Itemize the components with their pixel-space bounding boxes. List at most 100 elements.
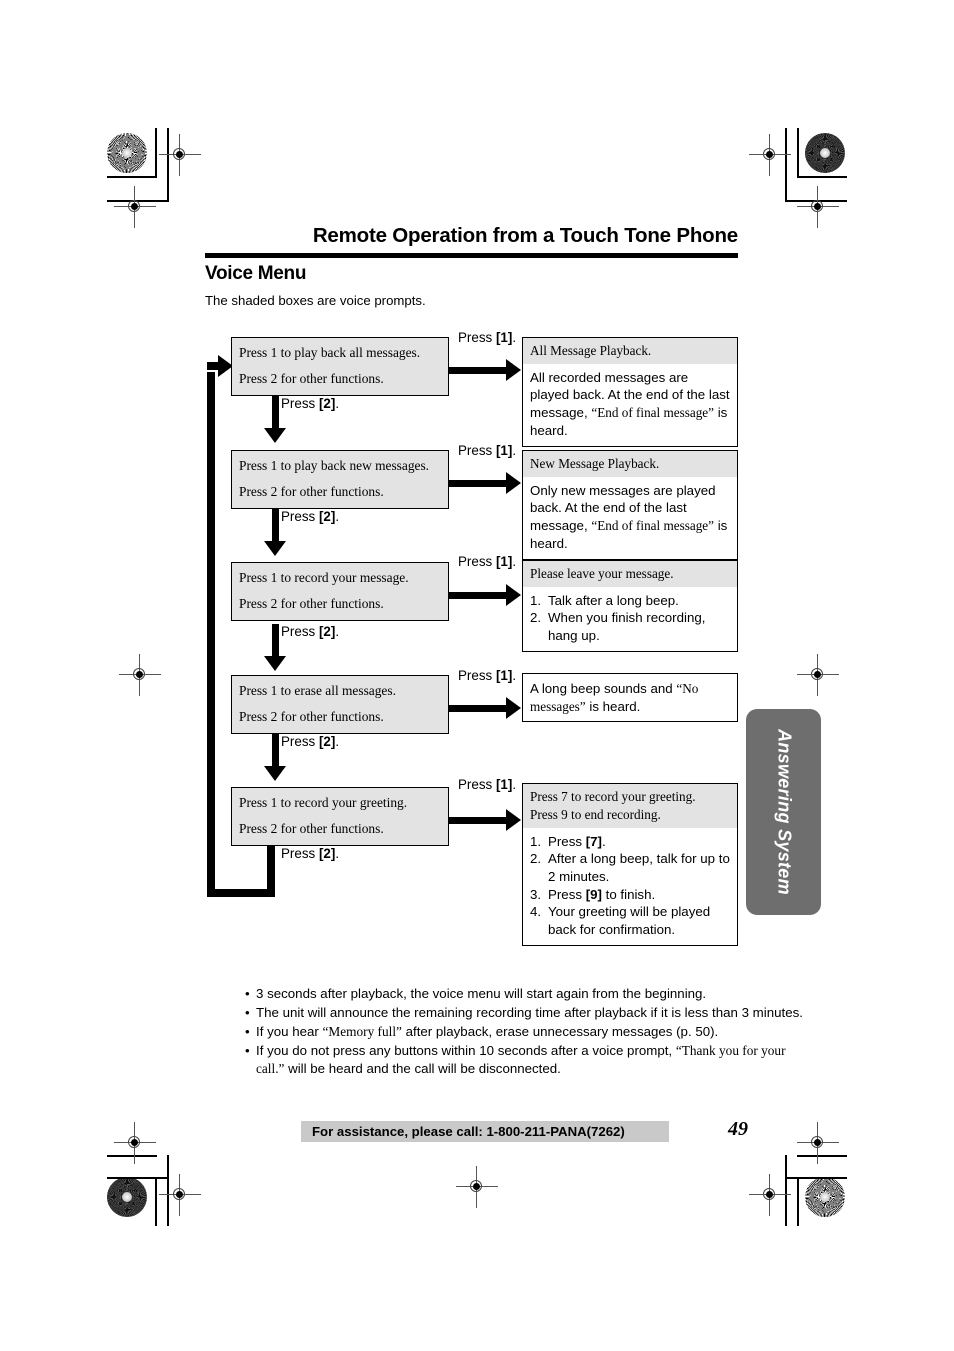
list-key: [7] bbox=[585, 833, 602, 849]
response-body-3: 1. Talk after a long beep. 2. When you f… bbox=[523, 587, 737, 651]
response-body-2: Only new messages are played back. At th… bbox=[523, 477, 737, 559]
list-text: When you finish recording, hang up. bbox=[548, 610, 706, 644]
menu-box-play-all: Press 1 to play back all messages. Press… bbox=[231, 337, 449, 396]
note-pre: If you hear bbox=[256, 1024, 323, 1040]
response-body-quote-1: “End of final message” bbox=[591, 405, 715, 421]
menu-box-play-new: Press 1 to play back new messages. Press… bbox=[231, 450, 449, 509]
list-key: [9] bbox=[585, 886, 602, 902]
menu-line-2: Press 2 for other functions. bbox=[239, 709, 384, 725]
note-post: will be heard and the call will be disco… bbox=[284, 1061, 561, 1077]
response-prompt-text-2: New Message Playback. bbox=[530, 456, 660, 471]
response-body-1: All recorded messages are played back. A… bbox=[523, 364, 737, 446]
response-step-list-5: 1. Press [7]. 2. After a long beep, talk… bbox=[530, 833, 731, 939]
notes-list: 3 seconds after playback, the voice menu… bbox=[205, 985, 805, 1079]
list-text-post: to finish. bbox=[601, 886, 656, 902]
page-number: 49 bbox=[728, 1118, 748, 1140]
loop-back-riser bbox=[267, 845, 275, 897]
down-label-4: Press [2]. bbox=[281, 734, 340, 749]
response-prompt-text-5b: Press 9 to end recording. bbox=[530, 806, 661, 822]
note-item: 3 seconds after playback, the voice menu… bbox=[245, 985, 805, 1003]
note-pre: The unit will announce the remaining rec… bbox=[256, 1005, 803, 1021]
branch-arrow-3 bbox=[506, 584, 521, 606]
voice-menu-flowchart: Press 1 to play back all messages. Press… bbox=[0, 0, 954, 1351]
response-prompt-text-1: All Message Playback. bbox=[530, 343, 652, 358]
loop-back-vertical bbox=[207, 372, 215, 896]
menu-line-1: Press 1 to play back all messages. bbox=[239, 345, 421, 360]
list-text-pre: After a long beep, talk for up to 2 minu… bbox=[548, 851, 730, 884]
down-arrow-2 bbox=[264, 541, 286, 556]
note-item: If you hear “Memory full” after playback… bbox=[245, 1023, 805, 1041]
branch-line-4 bbox=[449, 705, 511, 712]
menu-box-record-message: Press 1 to record your message. Press 2 … bbox=[231, 562, 449, 621]
list-item: 4. Your greeting will be played back for… bbox=[530, 903, 731, 938]
menu-line-2: Press 2 for other functions. bbox=[239, 371, 384, 387]
response-body-4: A long beep sounds and “No messages” is … bbox=[523, 674, 737, 721]
branch-arrow-5 bbox=[506, 809, 521, 831]
response-plain-prefix-4: A long beep sounds and bbox=[530, 681, 677, 696]
menu-line-1: Press 1 to record your message. bbox=[239, 570, 409, 585]
menu-line-2: Press 2 for other functions. bbox=[239, 821, 384, 837]
note-pre: If you do not press any buttons within 1… bbox=[256, 1043, 676, 1059]
branch-arrow-1 bbox=[506, 359, 521, 381]
menu-line-2: Press 2 for other functions. bbox=[239, 596, 384, 612]
list-item: 2. After a long beep, talk for up to 2 m… bbox=[530, 850, 731, 885]
list-item: 1. Talk after a long beep. bbox=[530, 592, 731, 610]
manual-page: Remote Operation from a Touch Tone Phone… bbox=[0, 0, 954, 1351]
side-tab-label: Answering System bbox=[774, 729, 794, 895]
list-number: 2. bbox=[530, 610, 542, 626]
branch-label-4: Press [1]. bbox=[458, 668, 517, 683]
list-text-pre: Press bbox=[548, 833, 586, 849]
note-item: If you do not press any buttons within 1… bbox=[245, 1042, 805, 1078]
note-post: after playback, erase unnecessary messag… bbox=[401, 1024, 719, 1040]
menu-box-erase-all: Press 1 to erase all messages. Press 2 f… bbox=[231, 675, 449, 734]
note-quote: “Memory full” bbox=[322, 1024, 402, 1040]
branch-arrow-4 bbox=[506, 697, 521, 719]
branch-label-2: Press [1]. bbox=[458, 443, 517, 458]
list-text: Talk after a long beep. bbox=[548, 592, 679, 608]
response-plain-suffix-4: is heard. bbox=[585, 698, 641, 714]
response-box-all-playback: All Message Playback. All recorded messa… bbox=[522, 337, 738, 447]
menu-line-1: Press 1 to erase all messages. bbox=[239, 683, 396, 698]
response-box-leave-message: Please leave your message. 1. Talk after… bbox=[522, 560, 738, 652]
down-label-3: Press [2]. bbox=[281, 624, 340, 639]
branch-line-1 bbox=[449, 367, 511, 374]
list-number: 3. bbox=[530, 886, 542, 902]
response-prompt-text-3: Please leave your message. bbox=[530, 566, 674, 581]
response-prompt-text-5a: Press 7 to record your greeting. bbox=[530, 789, 696, 804]
response-body-5: 1. Press [7]. 2. After a long beep, talk… bbox=[523, 828, 737, 945]
branch-arrow-2 bbox=[506, 472, 521, 494]
down-label-1: Press [2]. bbox=[281, 396, 340, 411]
down-label-5: Press [2]. bbox=[281, 846, 340, 861]
response-box-record-greeting: Press 7 to record your greeting. Press 9… bbox=[522, 783, 738, 946]
note-item: The unit will announce the remaining rec… bbox=[245, 1004, 805, 1022]
list-number: 1. bbox=[530, 833, 542, 849]
response-box-new-playback: New Message Playback. Only new messages … bbox=[522, 450, 738, 560]
branch-label-1: Press [1]. bbox=[458, 330, 517, 345]
branch-line-3 bbox=[449, 592, 511, 599]
response-step-list-3: 1. Talk after a long beep. 2. When you f… bbox=[530, 592, 731, 645]
branch-label-5: Press [1]. bbox=[458, 777, 517, 792]
list-number: 4. bbox=[530, 904, 542, 920]
list-text-pre: Press bbox=[548, 886, 586, 902]
menu-line-1: Press 1 to record your greeting. bbox=[239, 795, 408, 810]
response-body-quote-2: “End of final message” bbox=[591, 518, 715, 534]
response-box-erase-all: A long beep sounds and “No messages” is … bbox=[522, 673, 738, 723]
branch-line-5 bbox=[449, 817, 511, 824]
section-thumb-tab-answering-system: Answering System bbox=[746, 709, 821, 915]
menu-line-1: Press 1 to play back new messages. bbox=[239, 458, 430, 473]
down-label-2: Press [2]. bbox=[281, 509, 340, 524]
branch-label-3: Press [1]. bbox=[458, 554, 517, 569]
response-prompt-2: New Message Playback. bbox=[523, 451, 737, 477]
note-pre: 3 seconds after playback, the voice menu… bbox=[256, 986, 707, 1002]
list-text-pre: Your greeting will be played back for co… bbox=[548, 904, 711, 937]
down-arrow-3 bbox=[264, 656, 286, 671]
footer-assistance-text: For assistance, please call: 1-800-211-P… bbox=[312, 1124, 625, 1139]
list-item: 1. Press [7]. bbox=[530, 833, 731, 851]
list-item: 3. Press [9] to finish. bbox=[530, 886, 731, 904]
response-prompt-1: All Message Playback. bbox=[523, 338, 737, 364]
loop-back-bottom bbox=[207, 889, 275, 897]
list-number: 1. bbox=[530, 592, 542, 608]
menu-line-2: Press 2 for other functions. bbox=[239, 484, 384, 500]
menu-box-record-greeting: Press 1 to record your greeting. Press 2… bbox=[231, 787, 449, 846]
response-prompt-5: Press 7 to record your greeting. Press 9… bbox=[523, 784, 737, 828]
